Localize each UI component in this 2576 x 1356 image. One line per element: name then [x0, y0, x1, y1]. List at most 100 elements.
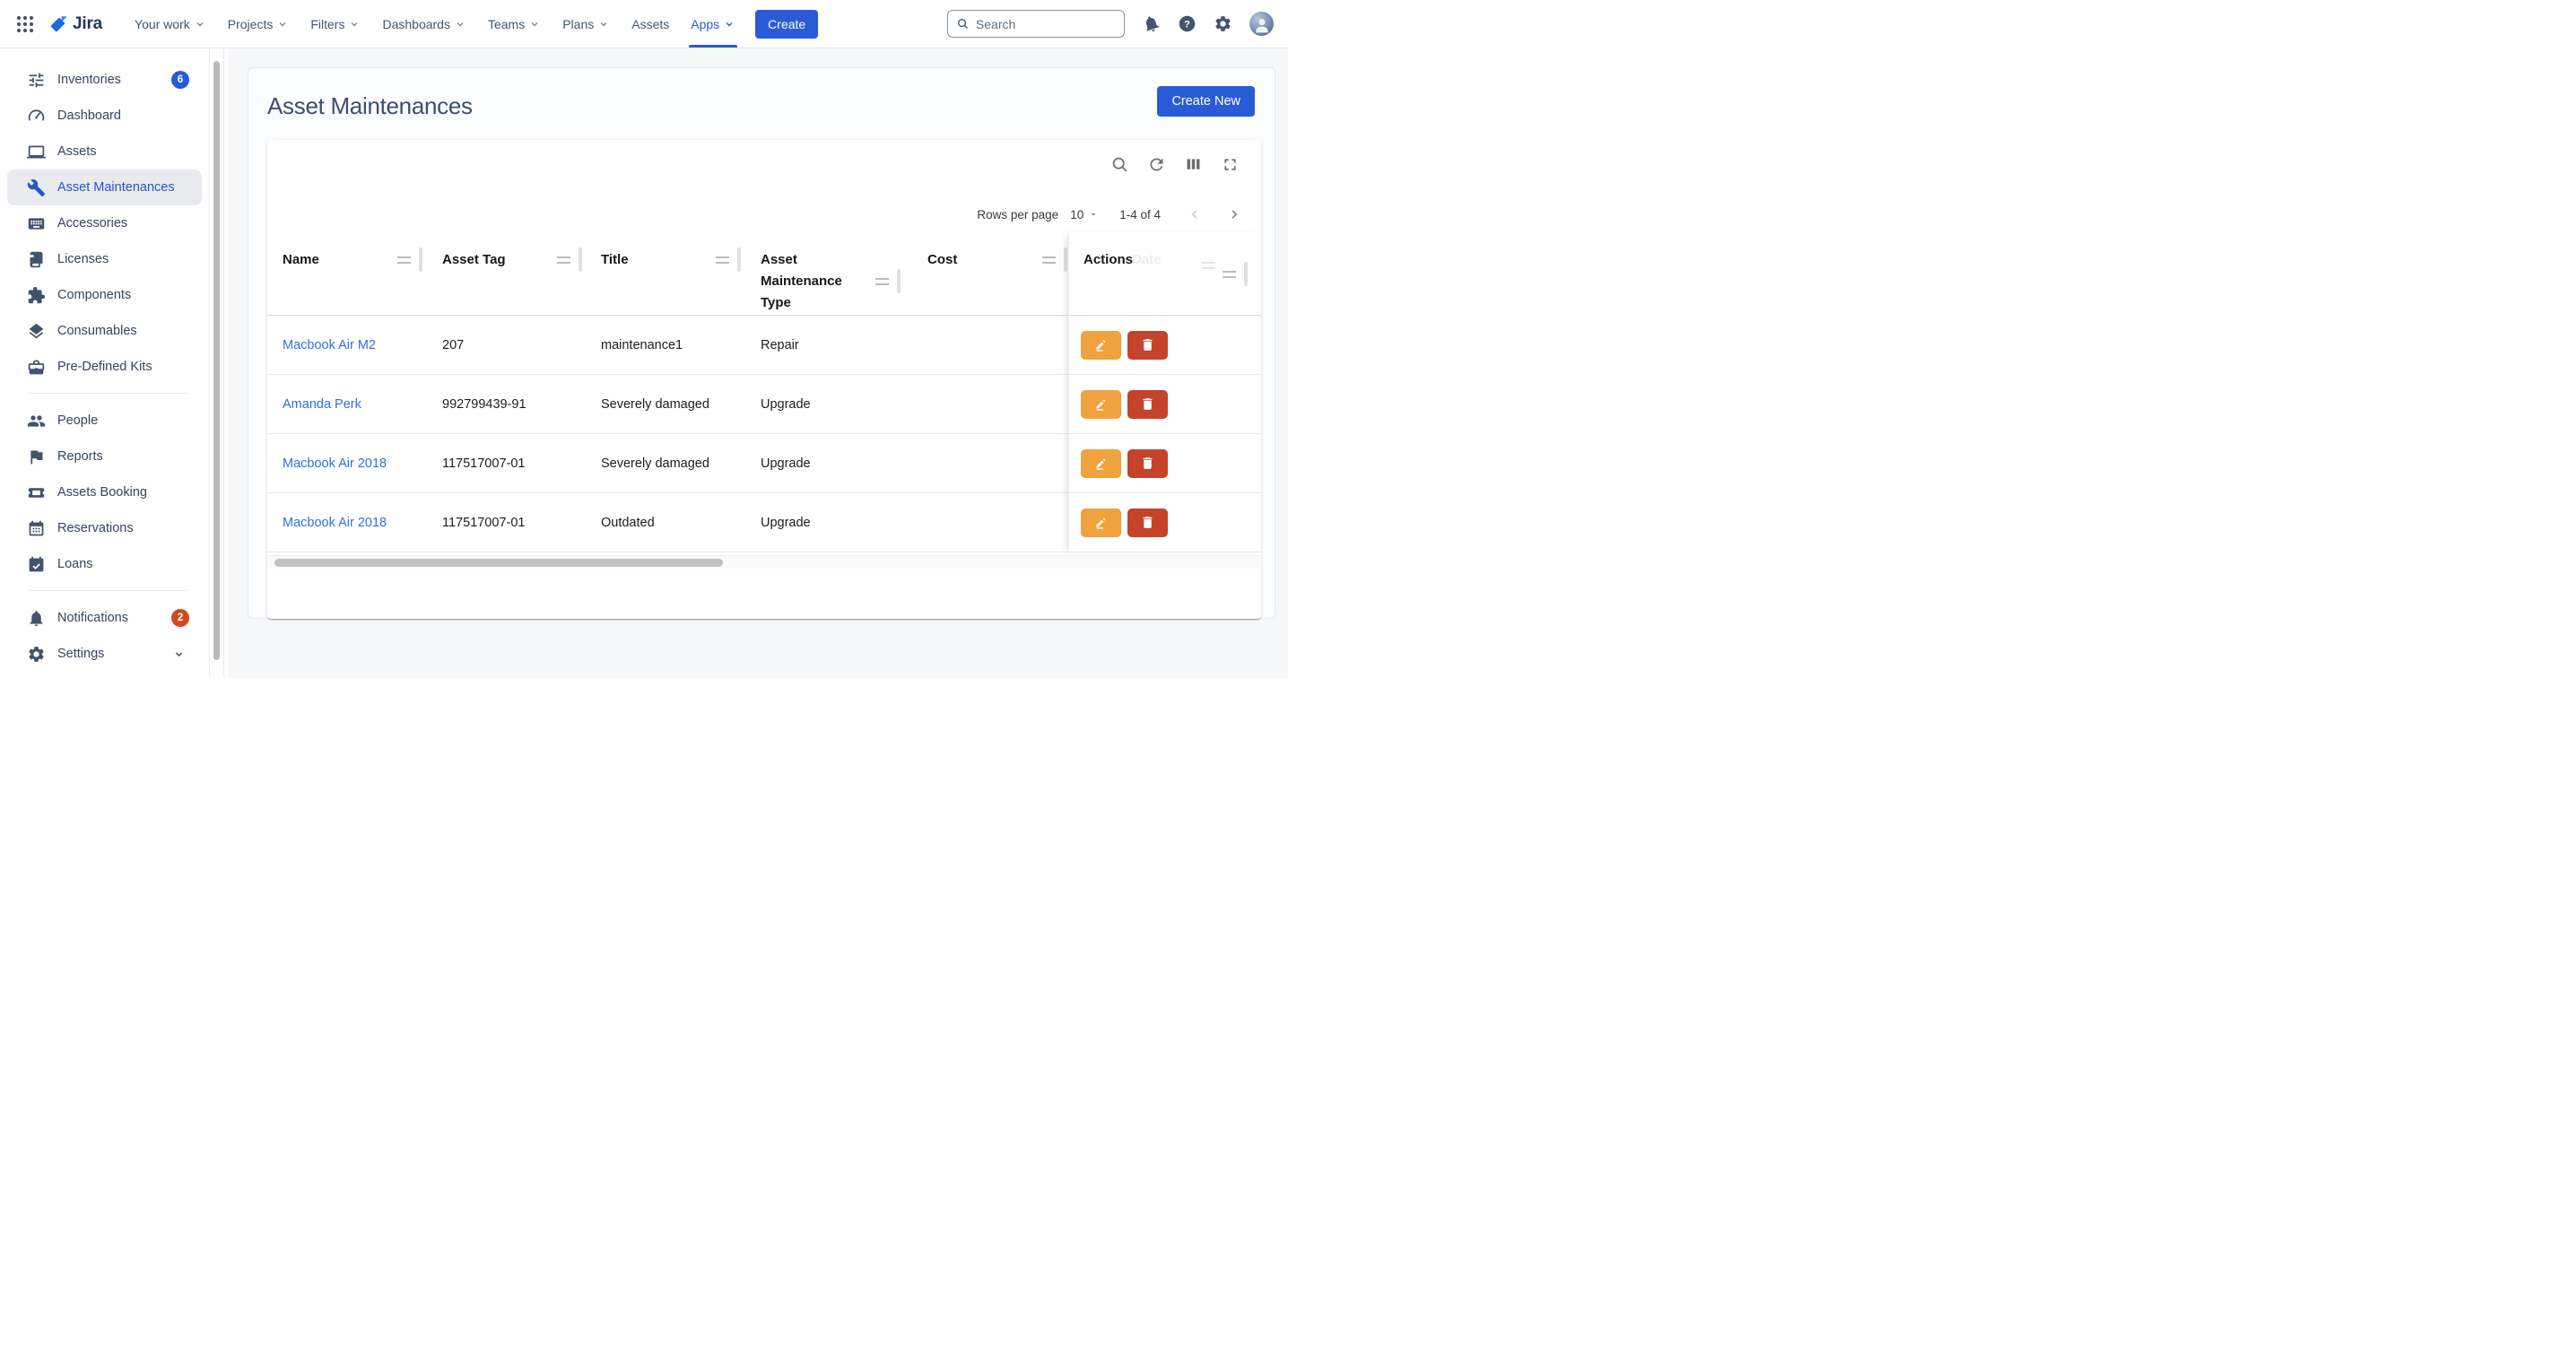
sidebar-scrollbar[interactable]: [209, 48, 224, 678]
nav-left-cluster: Jira Your work Projects Filters Dashboar…: [14, 0, 818, 48]
pagination-next-button[interactable]: [1224, 204, 1244, 224]
sidebar-scrollbar-thumb[interactable]: [213, 61, 220, 660]
help-button[interactable]: ?: [1178, 14, 1197, 33]
column-divider: [737, 248, 741, 272]
nav-item-plans[interactable]: Plans: [552, 0, 621, 48]
table-columns-button[interactable]: [1182, 153, 1204, 175]
sidebar-item-notifications[interactable]: Notifications 2: [0, 600, 209, 636]
wrench-icon: [27, 178, 46, 197]
row-delete-button[interactable]: [1127, 331, 1168, 360]
pagination-range: 1-4 of 4: [1119, 208, 1161, 222]
row-edit-button[interactable]: [1081, 390, 1121, 419]
row-delete-button[interactable]: [1127, 508, 1168, 537]
asset-tag-cell: 117517007-01: [442, 434, 525, 492]
puzzle-icon: [27, 286, 46, 305]
nav-item-teams[interactable]: Teams: [477, 0, 552, 48]
pagination-prev-button[interactable]: [1185, 204, 1205, 224]
user-avatar[interactable]: [1249, 12, 1274, 36]
sidebar-divider: [29, 590, 188, 591]
sidebar-item-components[interactable]: Components: [0, 277, 209, 313]
create-button[interactable]: Create: [755, 10, 818, 39]
rows-per-page-select[interactable]: 10: [1070, 208, 1099, 222]
row-delete-button[interactable]: [1127, 390, 1168, 419]
table-fullscreen-button[interactable]: [1219, 153, 1240, 175]
asset-name-link[interactable]: Macbook Air M2: [283, 316, 376, 374]
table-horizontal-scrollbar[interactable]: [268, 555, 1260, 569]
sidebar-item-label: Reports: [57, 449, 103, 464]
column-resize-handle[interactable]: [716, 248, 741, 272]
sidebar-item-consumables[interactable]: Consumables: [0, 313, 209, 349]
sidebar-item-dashboard[interactable]: Dashboard: [0, 98, 209, 134]
help-icon: ?: [1178, 14, 1197, 33]
sidebar-item-label: People: [57, 413, 98, 428]
table-search-button[interactable]: [1109, 153, 1130, 175]
caret-down-icon: [1088, 209, 1099, 220]
view-columns-icon: [1184, 155, 1203, 174]
jira-logo-icon: [48, 14, 68, 34]
sidebar-item-pre-defined-kits[interactable]: Pre-Defined Kits: [0, 349, 209, 385]
sidebar-item-settings[interactable]: Settings: [0, 636, 209, 672]
asset-name-link[interactable]: Macbook Air 2018: [283, 493, 387, 552]
sidebar-item-reservations[interactable]: Reservations: [0, 510, 209, 546]
maintenance-type-cell: Upgrade: [761, 434, 811, 492]
search-icon: [956, 16, 970, 31]
column-header-asset-maintenance-type: Asset Maintenance Type: [761, 249, 865, 314]
sidebar-item-assets[interactable]: Assets: [0, 134, 209, 170]
nav-item-projects[interactable]: Projects: [217, 0, 300, 48]
title-cell: Severely damaged: [601, 375, 709, 433]
chevron-down-icon: [454, 18, 466, 30]
nav-item-label: Apps: [691, 17, 719, 31]
table-refresh-button[interactable]: [1145, 153, 1167, 175]
chevron-left-icon: [1187, 206, 1203, 222]
nav-item-label: Your work: [135, 17, 190, 31]
main-content: Asset Maintenances Create New: [228, 48, 1288, 678]
global-search[interactable]: [947, 10, 1125, 38]
row-edit-button[interactable]: [1081, 449, 1121, 478]
rows-per-page-value: 10: [1070, 208, 1083, 222]
column-divider: [419, 248, 422, 272]
column-resize-handle[interactable]: [397, 248, 422, 272]
sidebar-item-assets-booking[interactable]: Assets Booking: [0, 474, 209, 510]
maintenance-type-cell: Upgrade: [761, 375, 811, 433]
notifications-button[interactable]: [1142, 14, 1161, 33]
nav-item-filters[interactable]: Filters: [300, 0, 371, 48]
column-resize-handle[interactable]: [557, 248, 582, 272]
sidebar-item-licenses[interactable]: Licenses: [0, 241, 209, 277]
sidebar-item-inventories[interactable]: Inventories 6: [0, 62, 209, 98]
row-delete-button[interactable]: [1127, 449, 1168, 478]
row-edit-button[interactable]: [1081, 331, 1121, 360]
maintenance-type-cell: Upgrade: [761, 493, 811, 552]
sidebar-item-label: Pre-Defined Kits: [57, 360, 152, 374]
chevron-down-icon: [723, 18, 735, 30]
horizontal-scrollbar-thumb[interactable]: [274, 559, 723, 567]
asset-name-link[interactable]: Amanda Perk: [283, 375, 361, 433]
sidebar-item-label: Inventories: [57, 73, 121, 87]
jira-logo[interactable]: Jira: [48, 14, 102, 34]
column-resize-handle[interactable]: [875, 269, 901, 293]
column-header-title: Title: [601, 249, 629, 271]
app-switcher-button[interactable]: [14, 13, 36, 35]
title-cell: maintenance1: [601, 316, 683, 374]
keyboard-icon: [27, 214, 46, 233]
column-resize-handle[interactable]: [1223, 262, 1248, 286]
nav-item-label: Dashboards: [382, 17, 450, 31]
column-resize-handle[interactable]: [1042, 248, 1067, 272]
sidebar-item-loans[interactable]: Loans: [0, 546, 209, 582]
maintenance-type-cell: Repair: [761, 316, 799, 374]
trash-icon: [1140, 515, 1155, 530]
search-input[interactable]: [976, 17, 1116, 31]
sidebar-item-label: Settings: [57, 647, 104, 661]
sidebar-item-accessories[interactable]: Accessories: [0, 205, 209, 241]
license-icon: [27, 250, 46, 269]
nav-item-dashboards[interactable]: Dashboards: [371, 0, 477, 48]
sidebar-item-asset-maintenances[interactable]: Asset Maintenances: [7, 170, 202, 205]
nav-item-apps[interactable]: Apps: [680, 0, 746, 48]
asset-name-link[interactable]: Macbook Air 2018: [283, 434, 387, 492]
settings-button[interactable]: [1214, 14, 1232, 33]
sidebar-item-people[interactable]: People: [0, 403, 209, 439]
create-new-button[interactable]: Create New: [1157, 86, 1255, 117]
nav-item-assets[interactable]: Assets: [621, 0, 680, 48]
sidebar-item-reports[interactable]: Reports: [0, 439, 209, 474]
nav-item-your-work[interactable]: Your work: [124, 0, 217, 48]
row-edit-button[interactable]: [1081, 508, 1121, 537]
